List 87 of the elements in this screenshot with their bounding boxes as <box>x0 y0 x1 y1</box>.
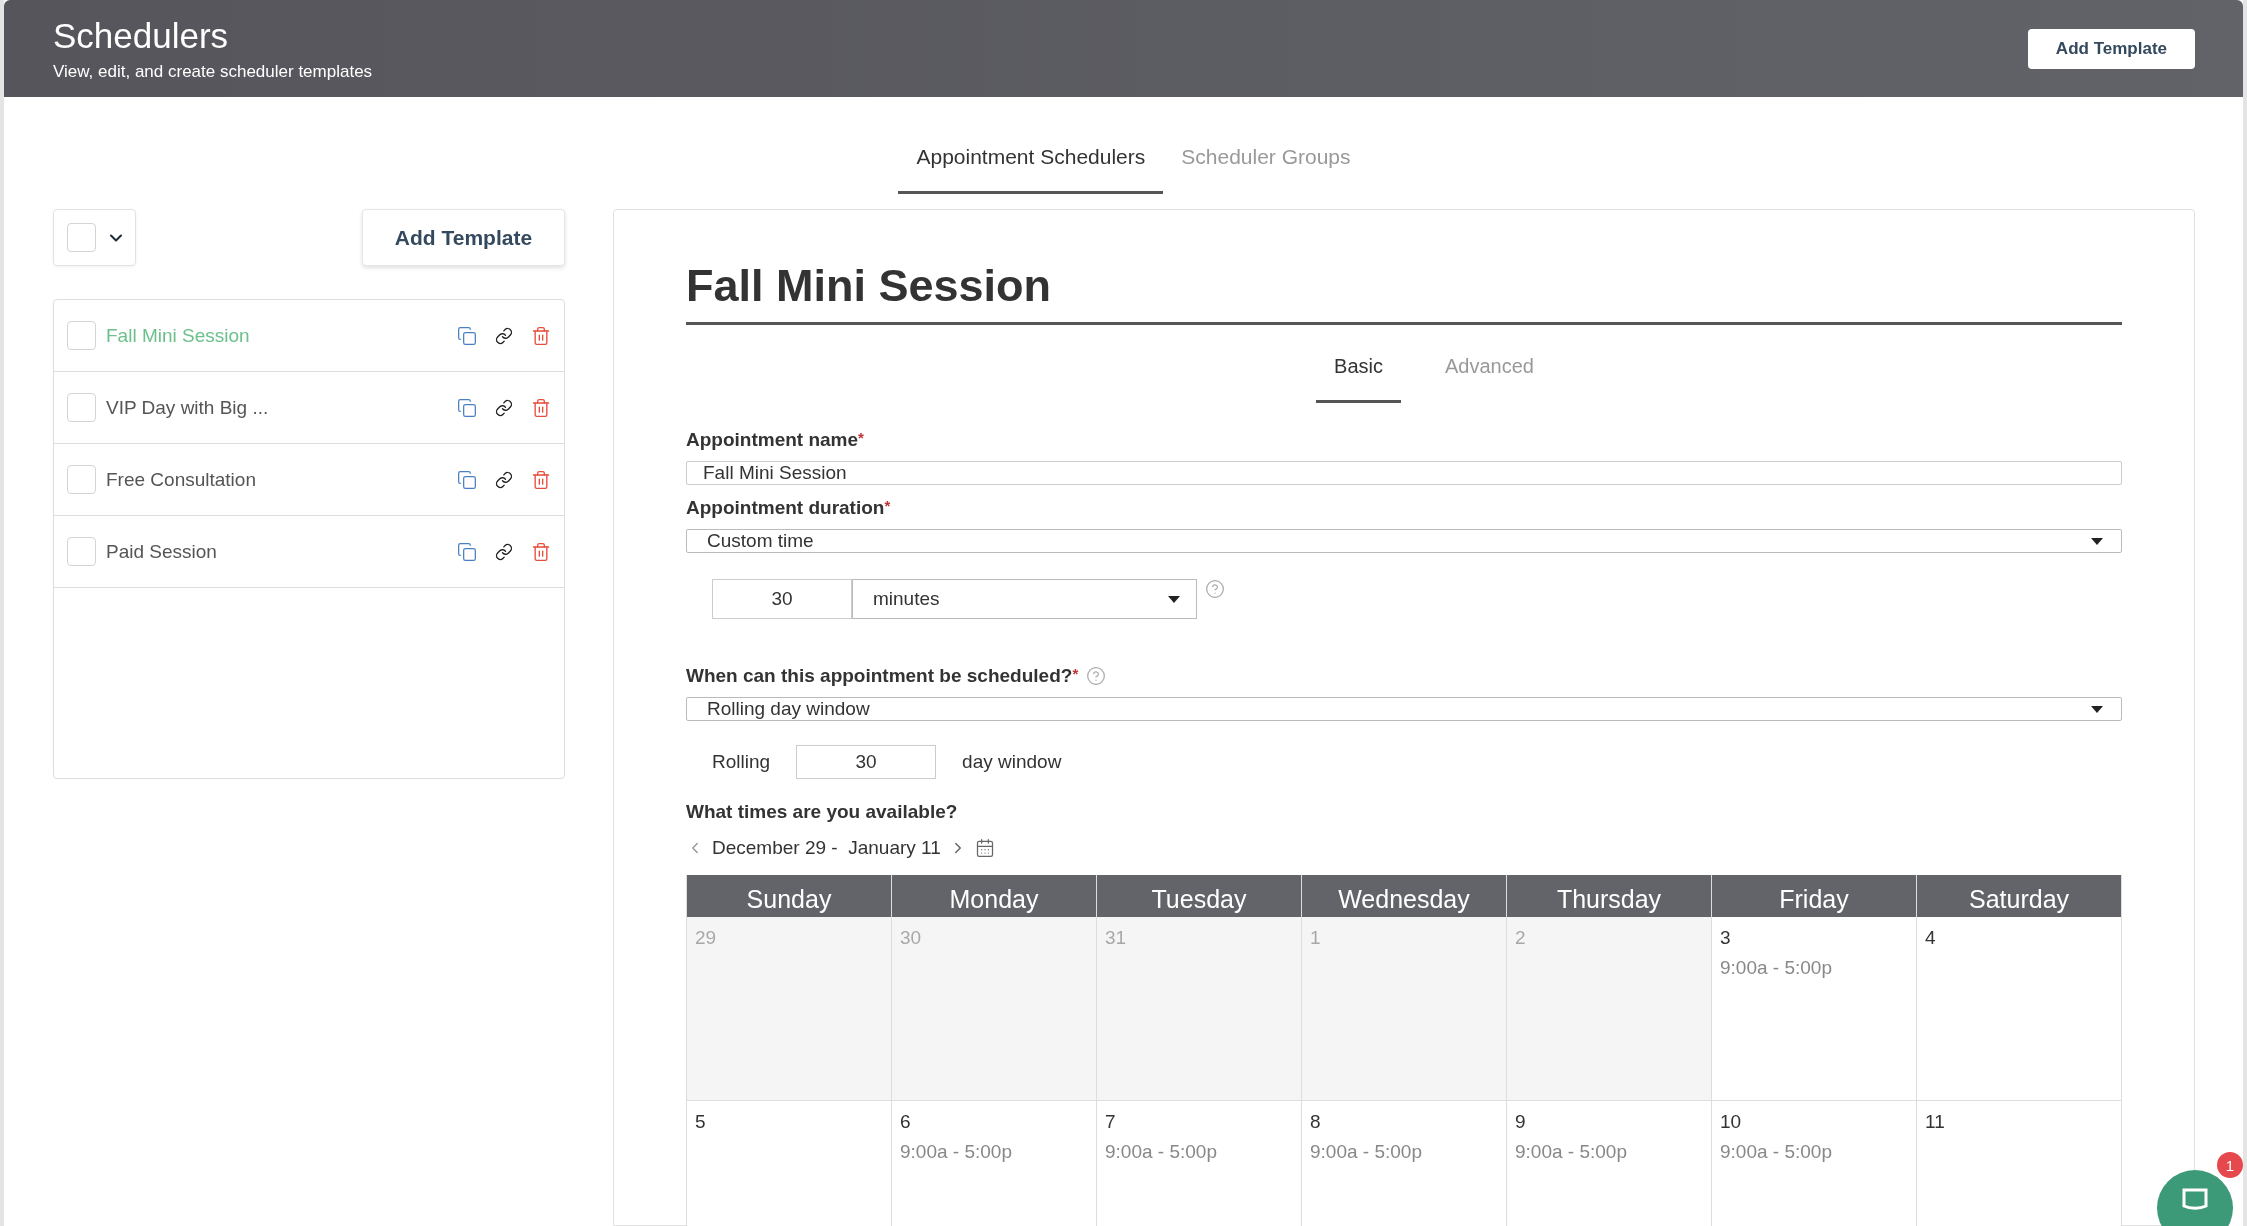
calendar-day[interactable]: 9 9:00a - 5:00p <box>1507 1101 1712 1226</box>
template-name[interactable]: VIP Day with Big ... <box>106 396 447 419</box>
link-icon[interactable] <box>495 398 513 417</box>
template-name[interactable]: Paid Session <box>106 540 447 563</box>
checkbox[interactable] <box>67 321 96 350</box>
date-number: 4 <box>1925 927 1936 949</box>
field-label: When can this appointment be scheduled? <box>686 665 1073 687</box>
calendar-day[interactable]: 11 <box>1917 1101 2122 1226</box>
date-number: 6 <box>900 1111 911 1133</box>
field-suffix: day window <box>962 751 1062 773</box>
hours-text: 9:00a - 5:00p <box>1515 1141 1627 1163</box>
template-name[interactable]: Free Consultation <box>106 468 447 491</box>
date-number: 8 <box>1310 1111 1321 1133</box>
weekday-header: Monday <box>892 875 1097 917</box>
weekday-header: Sunday <box>687 875 892 917</box>
calendar-icon[interactable] <box>974 838 995 858</box>
help-icon[interactable] <box>1205 579 1225 599</box>
calendar-day[interactable]: 10 9:00a - 5:00p <box>1712 1101 1917 1226</box>
copy-icon[interactable] <box>457 397 477 418</box>
checkbox[interactable] <box>67 393 96 422</box>
date-number: 29 <box>695 927 717 949</box>
trash-icon[interactable] <box>531 469 551 490</box>
link-icon[interactable] <box>495 470 513 489</box>
dropdown[interactable]: minutes <box>852 579 1197 619</box>
date-number: 3 <box>1720 927 1731 949</box>
weekday-header: Friday <box>1712 875 1917 917</box>
weekday-header: Thursday <box>1507 875 1712 917</box>
weekday-header: Wednesday <box>1302 875 1507 917</box>
calendar-day[interactable]: 5 <box>687 1101 892 1226</box>
hours-text: 9:00a - 5:00p <box>1105 1141 1217 1163</box>
weekday-header: Saturday <box>1917 875 2122 917</box>
trash-icon[interactable] <box>531 397 551 418</box>
checkbox[interactable] <box>67 223 96 252</box>
calendar-day[interactable]: 7 9:00a - 5:00p <box>1097 1101 1302 1226</box>
hours-text: 9:00a - 5:00p <box>1310 1141 1422 1163</box>
date-number: 7 <box>1105 1111 1116 1133</box>
chat-button[interactable] <box>2157 1170 2233 1226</box>
calendar-day[interactable]: 6 9:00a - 5:00p <box>892 1101 1097 1226</box>
dropdown[interactable]: Custom time <box>686 529 2122 553</box>
date-number: 9 <box>1515 1111 1526 1133</box>
calendar-day[interactable]: 8 9:00a - 5:00p <box>1302 1101 1507 1226</box>
field-label: Appointment name <box>686 429 859 451</box>
input-field[interactable]: 30 <box>796 745 937 779</box>
weekday-header: Tuesday <box>1097 875 1302 917</box>
trash-icon[interactable] <box>531 541 551 562</box>
copy-icon[interactable] <box>457 325 477 346</box>
checkbox[interactable] <box>67 537 96 566</box>
checkbox[interactable] <box>67 465 96 494</box>
page-subtitle: View, edit, and create scheduler templates <box>53 61 373 82</box>
help-icon[interactable] <box>1086 666 1107 686</box>
calendar-day[interactable]: 4 <box>1917 917 2122 1101</box>
copy-icon[interactable] <box>457 541 477 562</box>
calendar-day[interactable]: 3 9:00a - 5:00p <box>1712 917 1917 1101</box>
copy-icon[interactable] <box>457 469 477 490</box>
date-number: 1 <box>1310 927 1321 949</box>
input-field[interactable]: Fall Mini Session <box>686 461 2122 485</box>
date-number: 2 <box>1515 927 1526 949</box>
hours-text: 9:00a - 5:00p <box>1720 1141 1832 1163</box>
caret-icon <box>1168 595 1180 603</box>
trash-icon[interactable] <box>531 325 551 346</box>
hours-text: 9:00a - 5:00p <box>900 1141 1012 1163</box>
input-field[interactable]: 30 <box>712 579 852 619</box>
hours-text: 9:00a - 5:00p <box>1720 957 1832 979</box>
date-number: 11 <box>1925 1111 1945 1133</box>
required-mark: * <box>858 429 864 446</box>
date-range: December 29 - January 11 <box>712 837 941 859</box>
page-title: Schedulers <box>53 15 230 56</box>
field-label: What times are you available? <box>686 801 958 823</box>
date-number: 31 <box>1105 927 1127 949</box>
field-label: Appointment duration <box>686 497 885 519</box>
link-icon[interactable] <box>495 326 513 345</box>
tab[interactable]: Basic <box>1316 355 1401 403</box>
add-template-button[interactable]: Add Template <box>362 209 565 266</box>
tab[interactable]: Appointment Schedulers <box>898 145 1164 194</box>
required-mark: * <box>1072 665 1079 682</box>
date-number: 30 <box>900 927 922 949</box>
date-number: 5 <box>695 1111 706 1133</box>
notification-badge: 1 <box>2217 1152 2243 1178</box>
caret-icon <box>2091 537 2103 545</box>
required-mark: * <box>884 497 891 514</box>
template-title: Fall Mini Session <box>686 260 2122 325</box>
field-label: Rolling <box>712 751 771 773</box>
dropdown[interactable]: Rolling day window <box>686 697 2122 721</box>
link-icon[interactable] <box>495 542 513 561</box>
caret-icon <box>2091 705 2103 713</box>
add-template-button[interactable]: Add Template <box>2027 28 2195 69</box>
date-number: 10 <box>1720 1111 1742 1133</box>
